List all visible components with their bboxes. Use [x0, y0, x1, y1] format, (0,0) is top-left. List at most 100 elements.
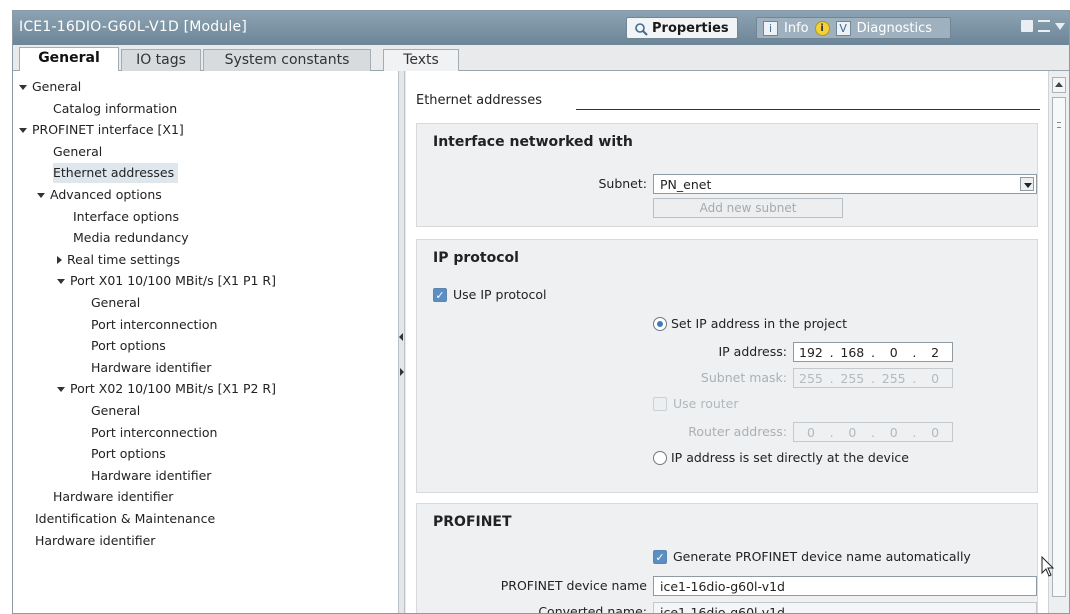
chevron-down-icon[interactable]	[1055, 23, 1065, 30]
tree-item[interactable]: Port options	[91, 444, 166, 464]
ip-octet-4[interactable]: 2	[918, 345, 952, 360]
ip-octet-1[interactable]: 192	[794, 345, 828, 360]
tree-item-label: PROFINET interface [X1]	[32, 122, 184, 138]
scrollbar-thumb[interactable]	[1052, 97, 1066, 597]
diagnostics-tab-label[interactable]: Diagnostics	[857, 21, 932, 36]
tree-item[interactable]: Port X01 10/100 MBit/s [X1 P1 R]	[57, 271, 276, 291]
tree-item-label: Hardware identifier	[53, 489, 174, 505]
tree-item[interactable]: Advanced options	[37, 185, 162, 205]
properties-tab[interactable]: Properties	[626, 17, 738, 39]
list-icon[interactable]	[1038, 20, 1050, 32]
ip-set-at-device-radio[interactable]	[653, 451, 667, 465]
tree-item[interactable]: General	[53, 142, 102, 162]
set-ip-in-project-radio[interactable]	[653, 317, 667, 331]
collapse-arrow-icon[interactable]	[57, 256, 62, 265]
tree-item-label: General	[91, 295, 141, 310]
dropdown-icon[interactable]	[1020, 177, 1034, 191]
navigation-tree: General Catalog information PROFINET inter…	[13, 71, 399, 613]
tree-item[interactable]: Identification & Maintenance	[35, 509, 215, 529]
tree-item-label: Interface options	[73, 208, 179, 224]
properties-tab-label: Properties	[652, 21, 729, 36]
mask-octet-4: 0	[931, 370, 940, 386]
tab-texts[interactable]: Texts	[383, 49, 459, 71]
tree-item[interactable]: Port X02 10/100 MBit/s [X1 P2 R]	[57, 379, 276, 399]
expand-arrow-icon[interactable]	[57, 387, 65, 393]
expand-arrow-icon[interactable]	[19, 85, 27, 90]
section-title: Ethernet addresses	[416, 93, 542, 108]
device-name-field[interactable]: ice1-16dio-g60l-v1d	[653, 576, 1037, 596]
generate-device-name-checkbox[interactable]: ✓	[653, 550, 667, 564]
restore-icon[interactable]	[1021, 20, 1033, 32]
properties-content: Ethernet addresses Interface networked w…	[406, 71, 1048, 614]
tree-item-label: Real time settings	[67, 251, 180, 267]
ip-protocol-panel: IP protocol ✓ Use IP protocol Set IP add…	[416, 239, 1038, 493]
info-tab-label: Info	[784, 21, 809, 36]
set-ip-in-project-label: Set IP address in the project	[671, 316, 848, 331]
diagnostics-icon: V	[835, 21, 851, 36]
collapse-left-icon[interactable]	[399, 333, 403, 341]
tree-item[interactable]: General	[91, 293, 140, 313]
tree-item[interactable]: Hardware identifier	[53, 487, 173, 507]
tab-system-constants[interactable]: System constants	[203, 49, 371, 71]
expand-arrow-icon[interactable]	[37, 193, 45, 198]
tree-item[interactable]: Port interconnection	[91, 423, 217, 443]
grip-icon	[1057, 122, 1061, 128]
ip-octet-2[interactable]: 168	[835, 345, 869, 360]
router-octet-2: 0	[848, 424, 857, 440]
use-router-checkbox	[653, 397, 667, 411]
tree-item[interactable]: Interface options	[73, 207, 179, 227]
info-icon: i	[763, 21, 778, 36]
device-name-label: PROFINET device name	[500, 578, 647, 593]
tree-item[interactable]: Port options	[91, 336, 166, 356]
tab-io-tags[interactable]: IO tags	[121, 49, 201, 71]
expand-arrow-icon[interactable]	[57, 279, 65, 285]
tree-item[interactable]: Hardware identifier	[91, 358, 211, 378]
properties-icon	[633, 21, 648, 36]
converted-name-label: Converted name:	[538, 604, 647, 614]
collapse-right-icon[interactable]	[400, 368, 404, 376]
tree-item-label: Port X02 10/100 MBit/s [X1 P2 R]	[70, 381, 276, 397]
use-router-label: Use router	[673, 396, 739, 411]
tab-general[interactable]: General	[19, 47, 119, 72]
tree-item[interactable]: Real time settings	[57, 250, 180, 270]
scroll-up-icon[interactable]	[1052, 77, 1066, 93]
tree-item[interactable]: Catalog information	[53, 99, 177, 119]
tree-item[interactable]: Port interconnection	[91, 315, 217, 335]
vertical-scrollbar[interactable]	[1048, 71, 1069, 613]
tree-item[interactable]: General	[91, 401, 140, 421]
mask-octet-1: 255	[799, 370, 823, 386]
splitter[interactable]	[399, 71, 405, 613]
ip-set-at-device-label: IP address is set directly at the device	[671, 450, 909, 465]
profinet-title: PROFINET	[433, 514, 512, 530]
tree-item[interactable]: Media redundancy	[73, 228, 189, 248]
title-bar: ICE1-16DIO-G60L-V1D [Module] Properties …	[13, 11, 1069, 45]
ip-protocol-title: IP protocol	[433, 250, 519, 266]
tree-item-label: General	[91, 403, 141, 418]
router-octet-3: 0	[889, 424, 898, 440]
add-new-subnet-button[interactable]: Add new subnet	[653, 198, 843, 218]
inspector-window: ICE1-16DIO-G60L-V1D [Module] Properties …	[12, 10, 1070, 614]
subnet-dropdown[interactable]: PN_enet	[653, 174, 1037, 194]
ip-address-label: IP address:	[718, 344, 787, 359]
tree-item[interactable]: Hardware identifier	[35, 531, 155, 551]
use-ip-protocol-checkbox[interactable]: ✓	[433, 288, 447, 302]
info-tab[interactable]: i Info i V Diagnostics	[756, 17, 951, 39]
ip-octet-3[interactable]: 0	[877, 345, 911, 360]
tree-item[interactable]: General	[19, 77, 81, 97]
router-octet-4: 0	[931, 424, 940, 440]
mask-octet-3: 255	[881, 370, 906, 386]
ip-address-field[interactable]: 192. 168. 0. 2	[793, 342, 953, 362]
expand-arrow-icon[interactable]	[19, 128, 27, 134]
tree-item[interactable]: Hardware identifier	[91, 466, 211, 486]
tree-item[interactable]: PROFINET interface [X1]	[19, 120, 184, 140]
window-controls	[1021, 20, 1065, 32]
tree-item-label: Media redundancy	[73, 230, 189, 246]
tree-item[interactable]: Ethernet addresses	[53, 163, 179, 184]
tree-item-label: Port options	[91, 446, 166, 462]
tree-item-label: Hardware identifier	[91, 359, 212, 375]
subnet-value: PN_enet	[660, 177, 712, 192]
tree-item-label: Port options	[91, 338, 166, 354]
tree-item-label: Port interconnection	[91, 316, 218, 332]
tree-item-label: Hardware identifier	[35, 532, 156, 548]
subnet-label: Subnet:	[598, 176, 647, 191]
